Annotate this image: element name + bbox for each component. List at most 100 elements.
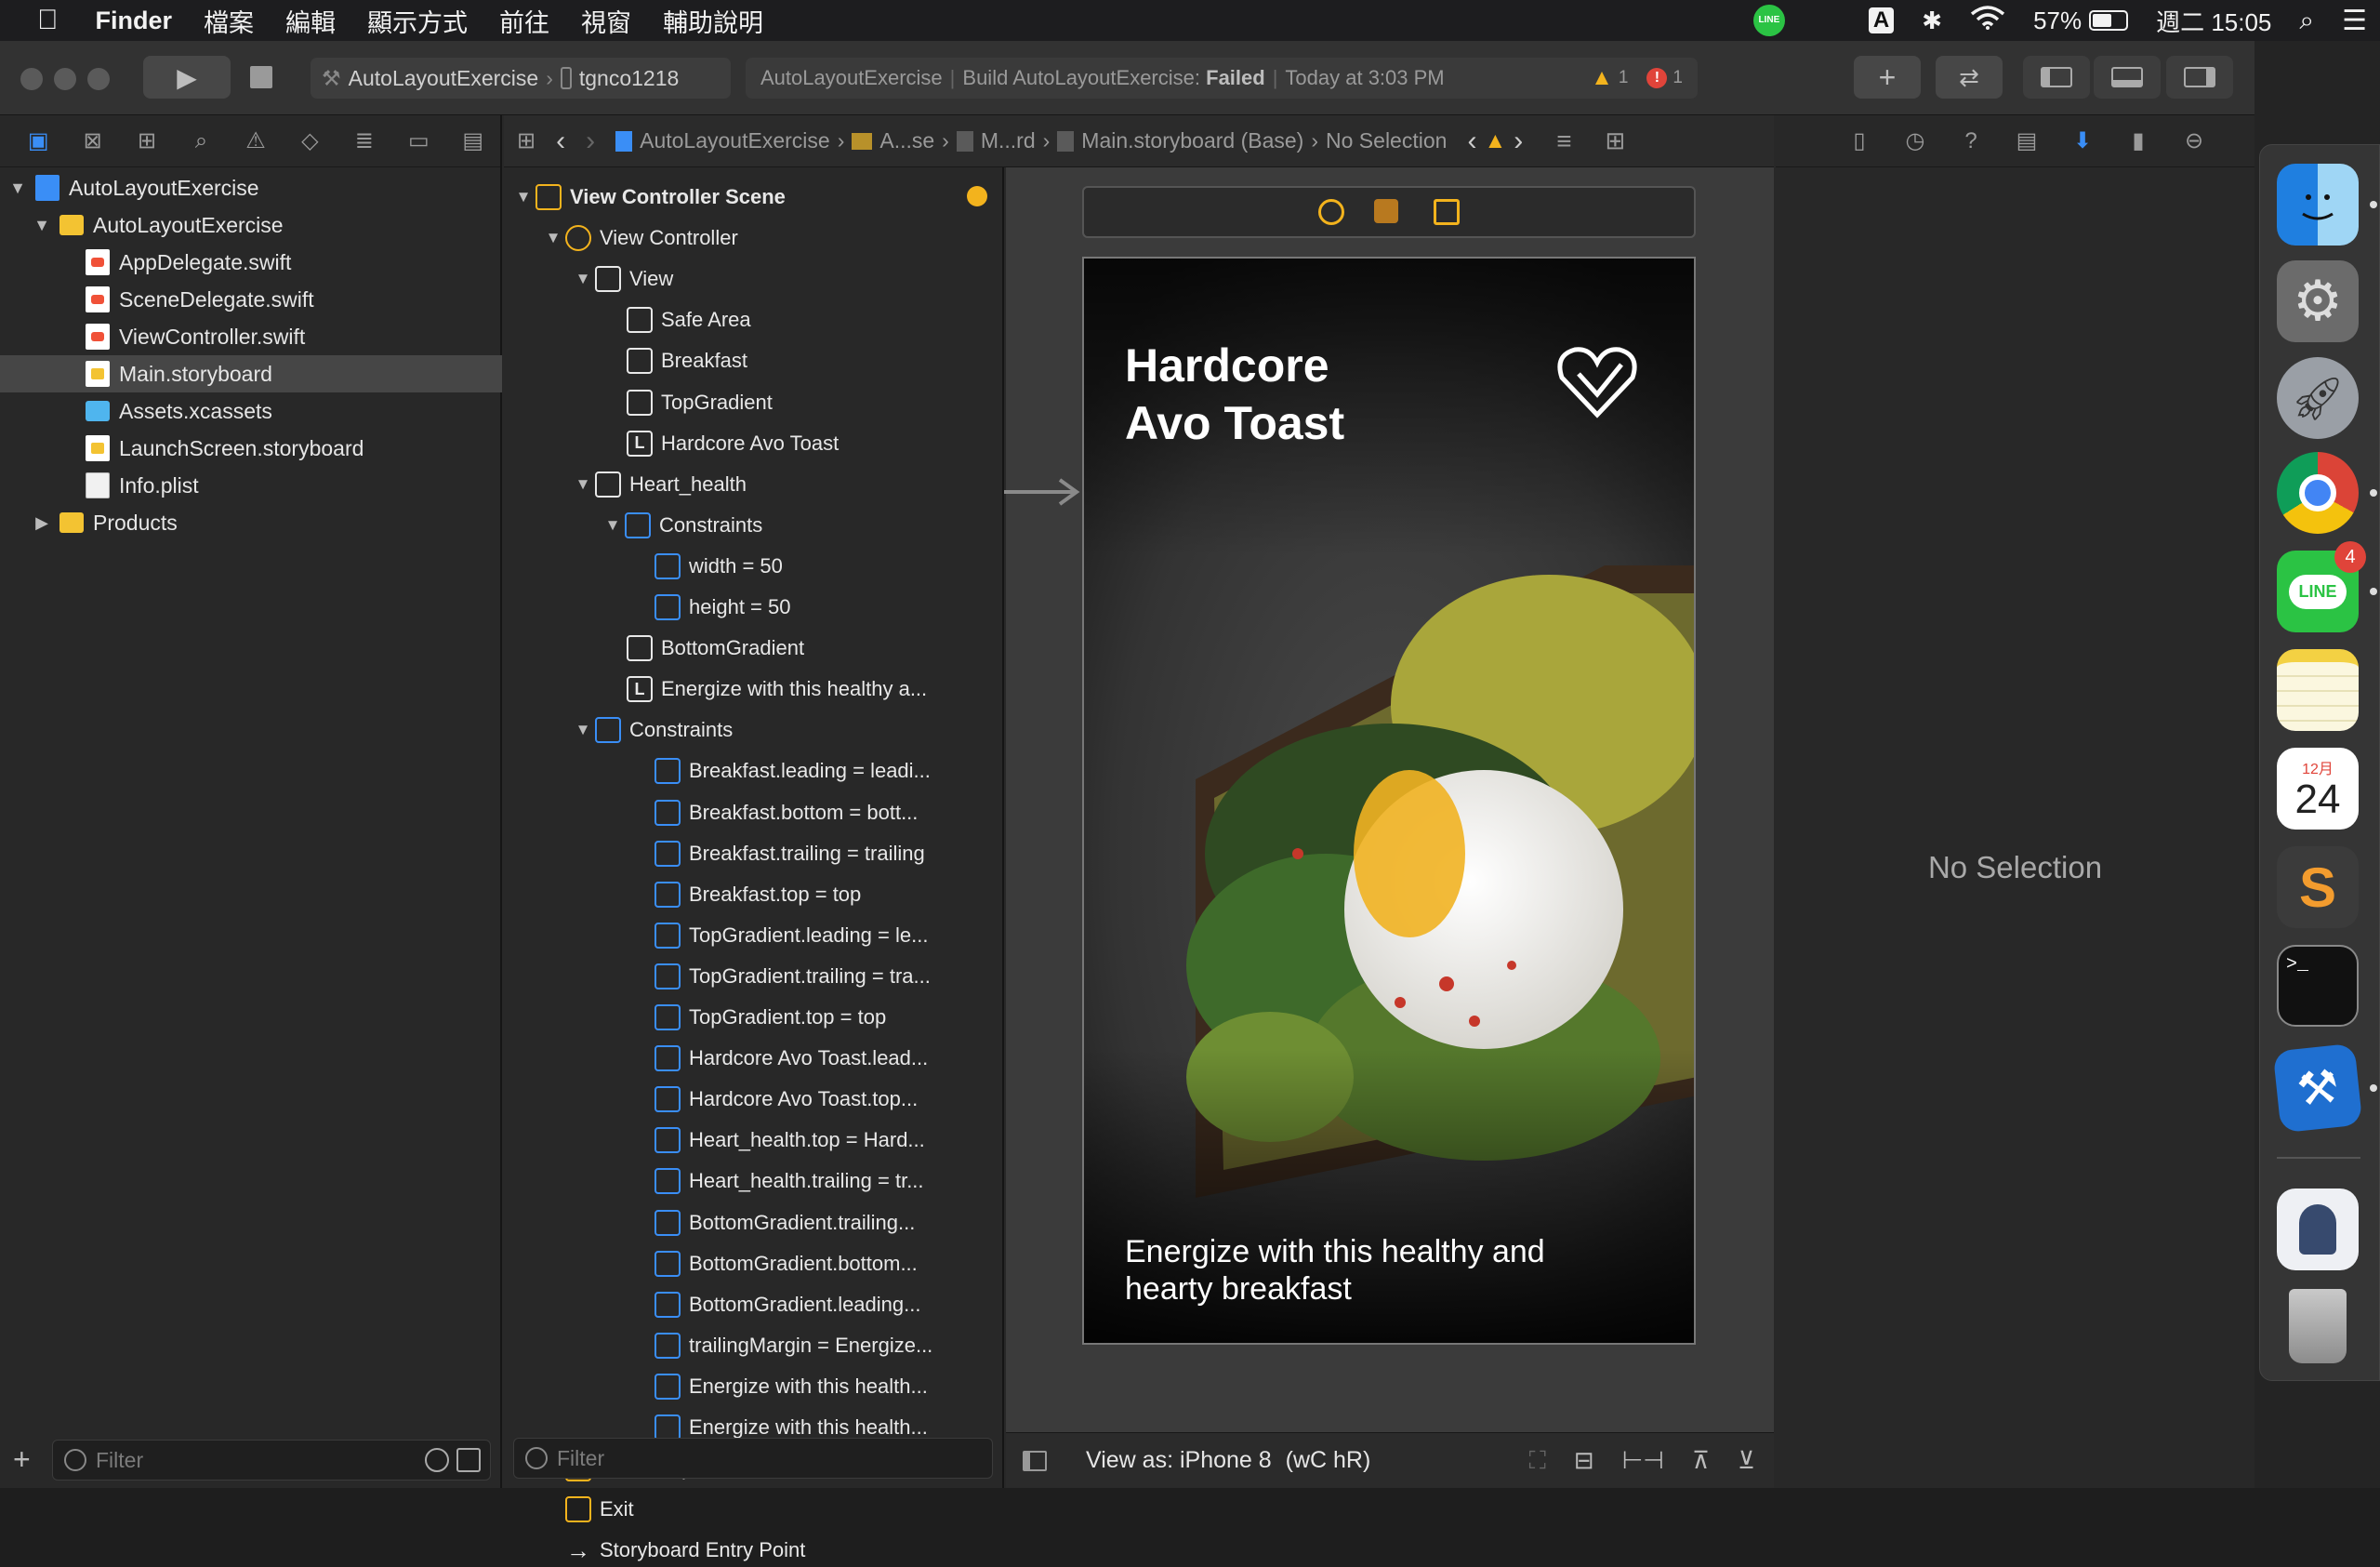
launchpad-dock-icon[interactable]: 🚀︎ (2277, 357, 2359, 439)
tree-item-file-selected[interactable]: Main.storyboard (0, 355, 502, 392)
outline-row[interactable]: trailingMargin = Energize... (630, 1329, 932, 1362)
tree-item-group[interactable]: ▶ Products (0, 504, 502, 541)
outline-row[interactable]: ▼ View (571, 262, 673, 296)
outline-row[interactable]: BottomGradient.leading... (630, 1288, 920, 1321)
wifi-icon[interactable] (1970, 5, 2005, 37)
recent-files-icon[interactable] (425, 1448, 449, 1472)
toggle-outline-icon[interactable] (1023, 1450, 1047, 1471)
disclosure-open-icon[interactable]: ▼ (571, 475, 595, 494)
view-controller-dock-icon[interactable] (1318, 199, 1344, 225)
toggle-navigator-button[interactable] (2023, 56, 2090, 99)
connections-inspector-icon[interactable]: ⊖ (2166, 127, 2222, 154)
outline-row[interactable]: Breakfast.leading = leadi... (630, 754, 931, 788)
apple-menu-icon[interactable]:  (37, 5, 59, 36)
next-issue-button[interactable]: › (1514, 126, 1523, 157)
outline-row[interactable]: TopGradient.leading = le... (630, 919, 928, 952)
update-frames-icon[interactable]: ⛶ (1529, 1446, 1546, 1476)
back-button[interactable]: ‹ (556, 126, 565, 157)
entry-point-arrow-icon[interactable] (1004, 478, 1082, 506)
add-file-button[interactable]: + (13, 1442, 31, 1477)
tree-item-project[interactable]: ▼ AutoLayoutExercise (0, 169, 502, 206)
tree-item-file[interactable]: AppDelegate.swift (0, 244, 502, 281)
identity-inspector-icon[interactable]: ▤ (1999, 127, 2055, 154)
device-config-button[interactable]: View as: iPhone 8 (wC hR) (1086, 1447, 1370, 1474)
outline-row[interactable]: TopGradient.top = top (630, 1001, 886, 1034)
close-window-button[interactable] (20, 68, 43, 90)
disclosure-open-icon[interactable]: ▼ (571, 270, 595, 288)
outline-row[interactable]: width = 50 (630, 550, 783, 583)
breadcrumb-selection[interactable]: No Selection (1326, 128, 1447, 153)
battery-icon[interactable] (2089, 10, 2129, 31)
outline-row[interactable]: L Energize with this healthy a... (602, 672, 927, 706)
hardcore-avo-toast-label[interactable]: Hardcore Avo Toast (1125, 337, 1460, 452)
outline-row[interactable]: Breakfast.bottom = bott... (630, 796, 918, 830)
attributes-inspector-icon[interactable]: ⬇ (2055, 127, 2110, 154)
menu-file[interactable]: 檔案 (204, 3, 254, 39)
notes-dock-icon[interactable] (2277, 649, 2359, 731)
outline-row[interactable]: Breakfast (602, 344, 747, 378)
sublime-text-dock-icon[interactable]: S (2277, 846, 2359, 928)
exit-dock-icon[interactable] (1434, 199, 1460, 225)
outline-row[interactable]: ▼ Constraints (601, 509, 762, 542)
scheme-selector[interactable]: ⚒ AutoLayoutExercise › tgnco1218 (311, 58, 731, 99)
menu-view[interactable]: 顯示方式 (367, 3, 468, 39)
outline-row[interactable]: ▼ View Controller Scene (511, 180, 987, 214)
source-control-navigator-icon[interactable]: ⊠ (65, 127, 119, 154)
error-icon[interactable]: ! (1646, 68, 1668, 88)
related-items-icon[interactable]: ⊞ (517, 127, 536, 154)
bluetooth-icon[interactable]: ✱ (1922, 7, 1942, 35)
outline-row[interactable]: → Storyboard Entry Point (541, 1534, 805, 1567)
calendar-dock-icon[interactable]: 12月 24 (2277, 748, 2359, 830)
outline-row[interactable]: TopGradient.trailing = tra... (630, 960, 931, 993)
tree-item-group[interactable]: ▼ AutoLayoutExercise (0, 206, 502, 244)
outline-row[interactable]: Heart_health.trailing = tr... (630, 1164, 924, 1198)
disclosure-closed-icon[interactable]: ▶ (32, 513, 52, 533)
test-navigator-icon[interactable]: ◇ (283, 127, 337, 154)
debug-navigator-icon[interactable]: ≣ (337, 127, 391, 154)
align-icon[interactable]: ⊟ (1574, 1446, 1594, 1475)
previous-issue-button[interactable]: ‹ (1467, 126, 1476, 157)
add-editor-icon[interactable]: ⊞ (1606, 126, 1626, 155)
finder-dock-icon[interactable] (2277, 164, 2359, 246)
tree-item-file[interactable]: SceneDelegate.swift (0, 281, 502, 318)
outline-row[interactable]: BottomGradient.trailing... (630, 1206, 915, 1240)
line-dock-icon[interactable]: LINE 4 (2277, 541, 2366, 632)
menu-edit[interactable]: 編輯 (285, 3, 336, 39)
toggle-debug-area-button[interactable] (2094, 56, 2161, 99)
breadcrumb-base[interactable]: Main.storyboard (Base) (1081, 128, 1303, 153)
outline-row[interactable]: ▼ View Controller (541, 221, 738, 255)
outline-row[interactable]: L Hardcore Avo Toast (602, 427, 839, 460)
energize-label[interactable]: Energize with this healthy and hearty br… (1125, 1233, 1608, 1308)
find-navigator-icon[interactable]: ⌕ (174, 128, 228, 154)
outline-row[interactable]: Heart_health.top = Hard... (630, 1123, 925, 1157)
embed-in-icon[interactable]: ⊻ (1738, 1446, 1755, 1475)
outline-row[interactable]: TopGradient (602, 386, 773, 419)
outline-row[interactable]: Hardcore Avo Toast.top... (630, 1082, 918, 1116)
outline-row[interactable]: Exit (541, 1493, 634, 1526)
downloads-stack-dock-icon[interactable] (2277, 1189, 2359, 1270)
warning-icon[interactable]: ▲ (1591, 65, 1613, 91)
spotlight-icon[interactable]: ⌕ (2299, 6, 2314, 36)
warning-count[interactable]: 1 (1619, 68, 1629, 88)
device-name[interactable]: tgnco1218 (579, 66, 679, 91)
activity-viewer[interactable]: AutoLayoutExercise | Build AutoLayoutExe… (746, 58, 1698, 99)
menu-go[interactable]: 前往 (499, 3, 549, 39)
disclosure-open-icon[interactable]: ▼ (601, 516, 625, 535)
breadcrumb-file[interactable]: M...rd (981, 128, 1036, 153)
chrome-dock-icon[interactable] (2277, 452, 2359, 534)
breadcrumb-folder[interactable]: A...se (879, 128, 934, 153)
xcode-dock-icon[interactable]: ⚒ (2272, 1042, 2363, 1134)
outline-row[interactable]: Breakfast.top = top (630, 878, 861, 911)
system-preferences-dock-icon[interactable]: ⚙ (2277, 260, 2359, 342)
outline-row[interactable]: Hardcore Avo Toast.lead... (630, 1042, 928, 1075)
minimize-window-button[interactable] (54, 68, 76, 90)
breadcrumb-project[interactable]: AutoLayoutExercise (640, 128, 830, 153)
outline-row[interactable]: ▼ Constraints (571, 713, 733, 747)
navigator-filter-field[interactable]: Filter (52, 1440, 491, 1481)
editor-options-icon[interactable]: ≡ (1556, 126, 1571, 156)
symbol-navigator-icon[interactable]: ⊞ (120, 127, 174, 154)
disclosure-open-icon[interactable]: ▼ (511, 188, 536, 206)
resolve-issues-icon[interactable]: ⊼ (1692, 1446, 1710, 1475)
trash-dock-icon[interactable] (2277, 1285, 2359, 1367)
scm-status-icon[interactable] (456, 1448, 481, 1472)
